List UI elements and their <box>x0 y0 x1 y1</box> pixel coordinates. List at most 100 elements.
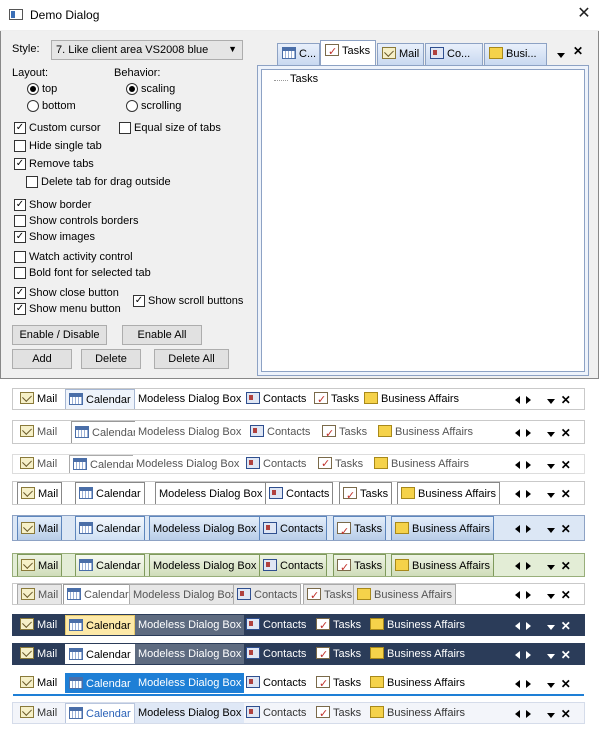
scroll-right-icon[interactable] <box>525 622 531 630</box>
show-images-checkbox[interactable]: ✓ <box>14 231 26 243</box>
tab-calendar[interactable]: Calendar <box>71 421 141 443</box>
behavior-scrolling-radio[interactable] <box>126 100 138 112</box>
tab-calendar[interactable]: Calendar <box>75 554 145 576</box>
preview-tab-calendar[interactable]: C... <box>277 43 320 65</box>
menu-dropdown-icon[interactable] <box>547 565 556 570</box>
scroll-right-icon[interactable] <box>525 651 531 659</box>
custom-cursor-checkbox[interactable]: ✓ <box>14 122 26 134</box>
tab-modeless[interactable]: Modeless Dialog Box <box>155 482 267 504</box>
tab-modeless[interactable]: Modeless Dialog Box <box>135 644 245 664</box>
scroll-right-icon[interactable] <box>525 680 531 688</box>
close-tab-icon[interactable]: ✕ <box>561 559 571 573</box>
tab-modeless[interactable]: Modeless Dialog Box <box>149 516 261 540</box>
show-scroll-checkbox[interactable]: ✓ <box>133 295 145 307</box>
scroll-left-icon[interactable] <box>515 461 520 469</box>
scroll-right-icon[interactable] <box>525 429 531 437</box>
tab-business[interactable]: Business Affairs <box>361 389 462 409</box>
behavior-scaling-radio[interactable] <box>126 83 138 95</box>
tab-contacts[interactable]: Contacts <box>243 455 310 473</box>
close-tab-icon[interactable]: ✕ <box>561 393 571 407</box>
tab-tasks[interactable]: Tasks <box>315 455 367 473</box>
tab-calendar[interactable]: Calendar <box>65 673 135 693</box>
tab-modeless[interactable]: Modeless Dialog Box <box>135 389 244 409</box>
tab-modeless[interactable]: Modeless Dialog Box <box>135 703 245 723</box>
remove-tabs-checkbox[interactable]: ✓ <box>14 158 26 170</box>
scroll-left-icon[interactable] <box>515 490 520 498</box>
menu-dropdown-icon[interactable] <box>547 683 556 688</box>
scroll-left-icon[interactable] <box>515 680 520 688</box>
delete-drag-checkbox[interactable] <box>26 176 38 188</box>
tab-tasks[interactable]: Tasks <box>313 615 364 636</box>
bold-font-checkbox[interactable] <box>14 267 26 279</box>
tab-tasks[interactable]: Tasks <box>339 482 393 507</box>
tab-business[interactable]: Business Affairs <box>397 482 501 504</box>
scroll-right-icon[interactable] <box>525 710 531 718</box>
close-tab-icon[interactable]: ✕ <box>561 522 571 536</box>
preview-tab-mail[interactable]: Mail <box>377 43 424 65</box>
tab-modeless[interactable]: Modeless Dialog Box <box>149 554 261 576</box>
tab-business[interactable]: Business Affairs <box>367 615 468 635</box>
tab-mail[interactable]: Mail <box>17 482 63 504</box>
tab-tasks[interactable]: Tasks <box>303 584 357 606</box>
scroll-left-icon[interactable] <box>515 396 520 404</box>
tab-business[interactable]: Business Affairs <box>375 421 477 443</box>
menu-dropdown-icon[interactable] <box>547 399 556 404</box>
tab-business[interactable]: Business Affairs <box>353 584 457 604</box>
tab-business[interactable]: Business Affairs <box>367 703 468 723</box>
close-tab-icon[interactable]: ✕ <box>561 648 571 662</box>
scroll-right-icon[interactable] <box>525 562 531 570</box>
tab-contacts[interactable]: Contacts <box>243 703 309 723</box>
menu-dropdown-icon[interactable] <box>547 594 556 599</box>
tab-tasks[interactable]: Tasks <box>333 516 387 544</box>
tab-contacts[interactable]: Contacts <box>247 421 314 443</box>
show-close-checkbox[interactable]: ✓ <box>14 287 26 299</box>
tab-mail[interactable]: Mail <box>17 615 60 635</box>
tab-contacts[interactable]: Contacts <box>265 482 334 504</box>
close-tab-icon[interactable]: ✕ <box>561 707 571 721</box>
show-ctrl-borders-checkbox[interactable] <box>14 215 26 227</box>
preview-close-icon[interactable]: ✕ <box>573 44 583 58</box>
scroll-left-icon[interactable] <box>515 562 520 570</box>
tab-mail[interactable]: Mail <box>17 673 60 693</box>
tab-tasks[interactable]: Tasks <box>333 554 387 579</box>
tab-mail[interactable]: Mail <box>17 516 63 540</box>
close-tab-icon[interactable]: ✕ <box>561 588 571 602</box>
close-tab-icon[interactable]: ✕ <box>561 426 571 440</box>
close-tab-icon[interactable]: ✕ <box>561 619 571 633</box>
tab-mail[interactable]: Mail <box>17 554 63 576</box>
scroll-right-icon[interactable] <box>525 396 531 404</box>
scroll-left-icon[interactable] <box>515 591 520 599</box>
tab-calendar[interactable]: Calendar <box>65 615 135 635</box>
layout-top-radio[interactable] <box>27 83 39 95</box>
tab-tasks[interactable]: Tasks <box>313 644 364 665</box>
tab-mail[interactable]: Mail <box>17 703 60 723</box>
preview-tab-contacts[interactable]: Co... <box>425 43 483 65</box>
scroll-right-icon[interactable] <box>525 461 531 469</box>
tab-tasks[interactable]: Tasks <box>313 673 364 694</box>
layout-bottom-radio[interactable] <box>27 100 39 112</box>
preview-tab-business[interactable]: Busi... <box>484 43 547 65</box>
menu-dropdown-icon[interactable] <box>547 713 556 718</box>
equal-size-checkbox[interactable] <box>119 122 131 134</box>
tab-mail[interactable]: Mail <box>17 584 63 604</box>
tab-modeless[interactable]: Modeless Dialog Box <box>135 615 245 635</box>
tab-tasks[interactable]: Tasks <box>319 421 371 445</box>
close-tab-icon[interactable]: ✕ <box>561 677 571 691</box>
menu-dropdown-icon[interactable] <box>547 654 556 659</box>
watch-activity-checkbox[interactable] <box>14 251 26 263</box>
tab-calendar[interactable]: Calendar <box>69 455 139 473</box>
tab-calendar[interactable]: Calendar <box>75 482 145 504</box>
enable-disable-button[interactable]: Enable / Disable <box>12 325 107 345</box>
tab-calendar[interactable]: Calendar <box>65 644 135 664</box>
tab-modeless[interactable]: Modeless Dialog Box <box>133 455 243 473</box>
tab-contacts[interactable]: Contacts <box>259 554 328 576</box>
tab-modeless[interactable]: Modeless Dialog Box <box>135 421 245 443</box>
tab-business[interactable]: Business Affairs <box>391 516 495 540</box>
tab-mail[interactable]: Mail <box>17 389 60 409</box>
show-menu-checkbox[interactable]: ✓ <box>14 303 26 315</box>
scroll-left-icon[interactable] <box>515 710 520 718</box>
tab-contacts[interactable]: Contacts <box>243 615 309 635</box>
tab-contacts[interactable]: Contacts <box>233 584 302 604</box>
menu-dropdown-icon[interactable] <box>547 464 556 469</box>
tab-business[interactable]: Business Affairs <box>367 644 468 664</box>
